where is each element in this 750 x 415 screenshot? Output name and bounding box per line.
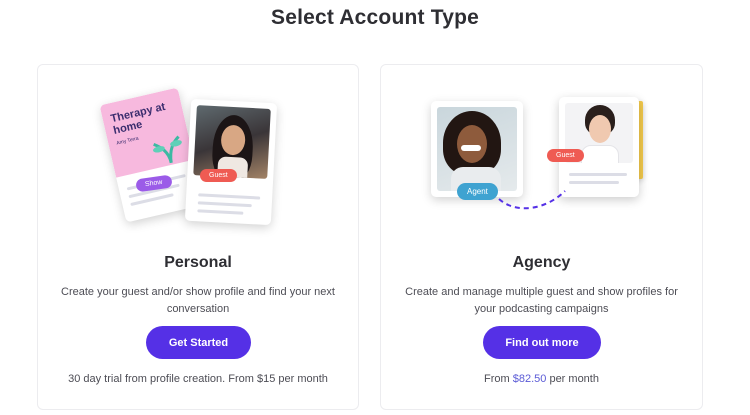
agency-price: $82.50 [512,373,547,385]
guest-photo [193,105,271,179]
agency-footnote-suffix: per month [546,373,599,385]
personal-description: Create your guest and/or show profile an… [61,286,335,315]
personal-footnote: 30 day trial from profile creation. From… [68,373,328,385]
page-title: Select Account Type [270,6,480,29]
agency-guest-card [559,97,639,197]
agent-photo [437,107,517,191]
personal-account-card[interactable]: Therapy at home Amy Terra Show Guest Per… [37,64,359,410]
agency-title: Agency [512,254,571,271]
guest-badge: Guest [200,169,237,182]
guest-profile-card [184,98,278,226]
find-out-more-button[interactable]: Find out more [483,326,601,359]
agency-guest-badge: Guest [547,149,584,162]
agency-account-card[interactable]: Guest Agent Agency Create and manage mul… [380,64,703,410]
agency-footnote: From $82.50 per month [381,373,702,385]
personal-illustration: Therapy at home Amy Terra Show Guest [38,65,360,245]
agency-illustration: Guest Agent [401,65,691,245]
connector-line [498,190,566,210]
agency-description: Create and manage multiple guest and sho… [405,286,678,315]
get-started-button[interactable]: Get Started [146,326,251,359]
agent-badge: Agent [457,183,498,200]
personal-title: Personal [164,254,232,271]
agency-footnote-prefix: From [484,373,513,385]
